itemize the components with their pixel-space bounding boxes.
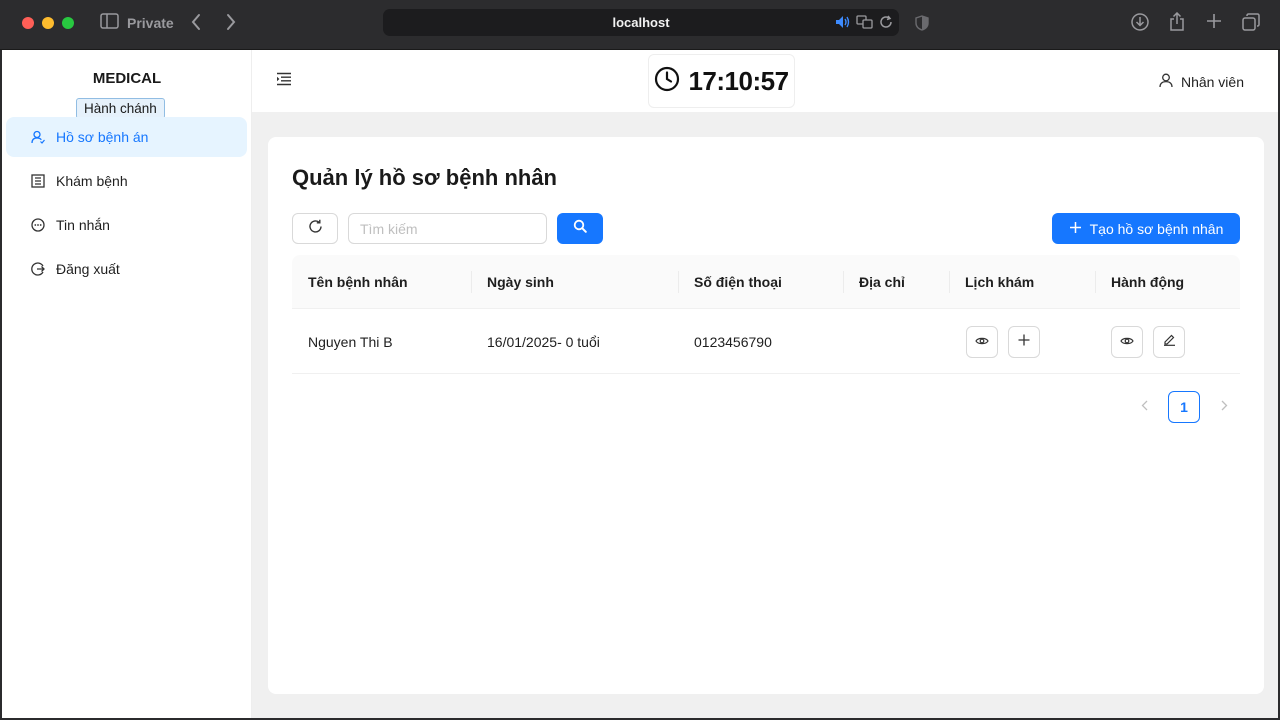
new-tab-icon[interactable] xyxy=(1206,13,1222,29)
content-card: Quản lý hồ sơ bệnh nhân Tạo hồ sơ bệnh n… xyxy=(268,137,1264,694)
next-page-button[interactable] xyxy=(1208,391,1240,423)
private-mode-label: Private xyxy=(127,15,174,31)
cell-phone: 0123456790 xyxy=(694,333,772,350)
clock-display: 17:10:57 xyxy=(648,54,795,108)
share-icon[interactable] xyxy=(1169,12,1185,32)
sidebar-item-label: Hồ sơ bệnh án xyxy=(56,129,149,145)
logout-icon xyxy=(30,261,46,277)
maximize-window-button[interactable] xyxy=(62,17,74,29)
sidebar-item-label: Tin nhắn xyxy=(56,217,110,233)
message-icon xyxy=(30,217,46,233)
forward-icon[interactable] xyxy=(225,13,237,31)
column-header-address: Địa chỉ xyxy=(859,274,905,290)
translate-icon[interactable] xyxy=(856,15,873,34)
sidebar-item-logout[interactable]: Đăng xuất xyxy=(6,249,247,289)
table-row: Nguyen Thi B 16/01/2025- 0 tuổi 01234567… xyxy=(292,309,1240,374)
create-patient-record-button[interactable]: Tạo hồ sơ bệnh nhân xyxy=(1052,213,1240,244)
column-header-name: Tên bệnh nhân xyxy=(308,274,408,290)
edit-record-button[interactable] xyxy=(1153,326,1185,358)
clock-time: 17:10:57 xyxy=(688,65,789,96)
sidebar-item-label: Khám bệnh xyxy=(56,173,128,189)
browser-toolbar: Private localhost xyxy=(0,0,1280,50)
search-button[interactable] xyxy=(557,213,603,244)
cell-dob: 16/01/2025- 0 tuổi xyxy=(487,333,600,350)
shield-icon[interactable] xyxy=(915,15,929,31)
reload-icon[interactable] xyxy=(879,15,893,34)
patient-table: Tên bệnh nhân Ngày sinh Số điện thoại Đị… xyxy=(292,255,1240,374)
column-header-phone: Số điện thoại xyxy=(694,274,782,290)
user-icon xyxy=(1159,73,1173,91)
page-item-current[interactable]: 1 xyxy=(1168,391,1200,423)
speaker-icon[interactable] xyxy=(835,15,850,34)
view-schedule-button[interactable] xyxy=(966,326,998,358)
sidebar-item-medical-records[interactable]: Hồ sơ bệnh án xyxy=(6,117,247,157)
plus-icon xyxy=(1018,333,1030,351)
minimize-window-button[interactable] xyxy=(42,17,54,29)
brand-title: MEDICAL xyxy=(92,70,162,87)
page-title: Quản lý hồ sơ bệnh nhân xyxy=(292,165,557,190)
sidebar-item-messages[interactable]: Tin nhắn xyxy=(6,205,247,245)
sidebar-item-examination[interactable]: Khám bệnh xyxy=(6,161,247,201)
tab-overview-icon[interactable] xyxy=(1242,13,1260,31)
eye-icon xyxy=(975,333,989,351)
column-header-schedule: Lịch khám xyxy=(965,274,1035,290)
url-text: localhost xyxy=(612,15,670,30)
sidebar-item-label: Đăng xuất xyxy=(56,261,120,277)
user-icon xyxy=(30,129,46,145)
menu-collapse-icon[interactable] xyxy=(276,72,292,91)
search-input[interactable] xyxy=(348,213,547,244)
reload-button[interactable] xyxy=(292,213,338,244)
plus-icon xyxy=(1069,221,1082,237)
chevron-right-icon xyxy=(1221,398,1228,416)
eye-icon xyxy=(1120,333,1134,351)
column-header-actions: Hành động xyxy=(1111,274,1185,290)
table-header: Tên bệnh nhân Ngày sinh Số điện thoại Đị… xyxy=(292,255,1240,309)
building-icon xyxy=(30,173,46,189)
edit-icon xyxy=(1163,333,1176,351)
sidebar-toggle-icon[interactable] xyxy=(100,13,119,29)
sidebar: MEDICAL Hành chánh Hồ sơ bệnh án Khám bệ… xyxy=(2,50,252,718)
view-record-button[interactable] xyxy=(1111,326,1143,358)
column-header-dob: Ngày sinh xyxy=(487,274,554,290)
address-bar[interactable]: localhost xyxy=(383,9,899,36)
back-icon[interactable] xyxy=(190,13,202,31)
app-root: MEDICAL Hành chánh Hồ sơ bệnh án Khám bệ… xyxy=(2,50,1278,718)
chevron-left-icon xyxy=(1141,398,1148,416)
close-window-button[interactable] xyxy=(22,17,34,29)
user-menu[interactable]: Nhân viên xyxy=(1159,73,1244,91)
cell-name: Nguyen Thi B xyxy=(308,333,393,350)
prev-page-button[interactable] xyxy=(1128,391,1160,423)
create-button-label: Tạo hồ sơ bệnh nhân xyxy=(1089,220,1224,237)
role-badge: Hành chánh xyxy=(76,98,165,119)
clock-icon xyxy=(654,66,680,97)
cell-address xyxy=(843,309,859,374)
add-schedule-button[interactable] xyxy=(1008,326,1040,358)
pagination: 1 xyxy=(1128,391,1240,423)
download-icon[interactable] xyxy=(1131,13,1149,31)
top-header: 17:10:57 Nhân viên xyxy=(252,50,1278,112)
search-icon xyxy=(573,219,587,238)
user-label: Nhân viên xyxy=(1180,74,1244,90)
reload-icon xyxy=(308,219,323,239)
